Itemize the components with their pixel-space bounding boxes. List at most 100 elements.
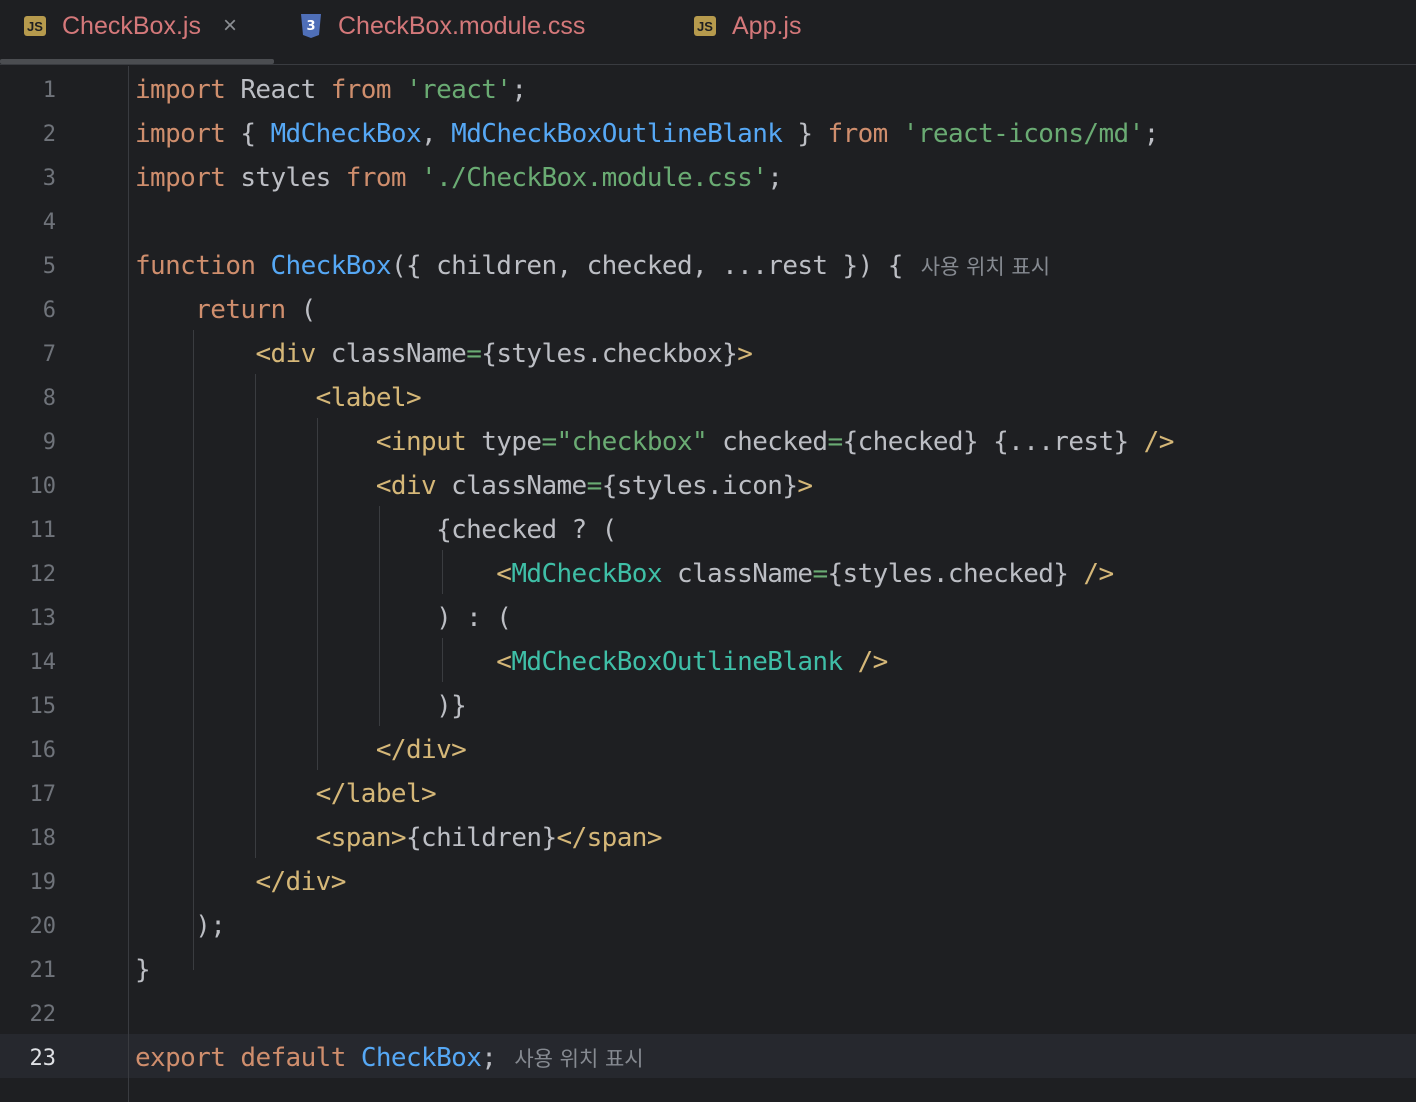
code-token: ({ children, checked, ...rest }) { xyxy=(390,251,903,281)
line-number: 18 xyxy=(29,825,57,851)
code-token: /> xyxy=(857,647,889,677)
code-line[interactable]: 10 <div className={styles.icon}> xyxy=(0,464,1416,508)
code-token: return xyxy=(195,295,286,325)
code-line[interactable]: 12 <MdCheckBox className={styles.checked… xyxy=(0,552,1416,596)
line-number: 20 xyxy=(29,913,57,939)
usage-hint[interactable]: 사용 위치 표시 xyxy=(921,255,1050,279)
code-line[interactable]: 22 xyxy=(0,992,1416,1036)
code-text: export default CheckBox; 사용 위치 표시 xyxy=(135,1043,644,1073)
code-line[interactable]: 19 </div> xyxy=(0,860,1416,904)
code-line[interactable]: 11 {checked ? ( xyxy=(0,508,1416,552)
line-number: 16 xyxy=(29,737,57,763)
code-token: from xyxy=(345,163,407,193)
code-line[interactable]: 16 </div> xyxy=(0,728,1416,772)
tab-label: CheckBox.module.css xyxy=(338,11,586,40)
tab-app-js[interactable]: JS App.js xyxy=(694,0,801,52)
code-token: MdCheckBoxOutlineBlank xyxy=(511,647,843,677)
code-token: from xyxy=(330,75,392,105)
code-token: import xyxy=(135,119,226,149)
code-line[interactable]: 14 <MdCheckBoxOutlineBlank /> xyxy=(0,640,1416,684)
code-line[interactable]: 17 </label> xyxy=(0,772,1416,816)
code-token: </div> xyxy=(255,867,346,897)
code-token: < xyxy=(496,647,512,677)
code-line[interactable]: 9 <input type="checkbox" checked={checke… xyxy=(0,420,1416,464)
code-text: </label> xyxy=(135,779,437,809)
code-token: {styles.checked} xyxy=(827,559,1084,589)
code-text: </div> xyxy=(135,867,346,897)
code-token: {checked} {...rest} xyxy=(842,427,1144,457)
line-number: 15 xyxy=(29,693,57,719)
line-number: 21 xyxy=(29,957,57,983)
line-number: 12 xyxy=(29,561,57,587)
line-number: 9 xyxy=(42,429,56,455)
active-tab-indicator xyxy=(0,59,274,64)
code-token: ( xyxy=(285,295,317,325)
code-token: styles xyxy=(225,163,346,193)
code-token: ; xyxy=(511,75,527,105)
code-token: ); xyxy=(135,911,226,941)
code-token: = xyxy=(586,471,603,501)
code-token: MdCheckBox xyxy=(270,119,422,149)
code-token: className xyxy=(315,339,467,369)
line-number: 8 xyxy=(42,385,56,411)
code-token: ; xyxy=(481,1043,497,1073)
code-line[interactable]: 5 function CheckBox({ children, checked, … xyxy=(0,244,1416,288)
tab-checkbox-module-css[interactable]: 3 CheckBox.module.css xyxy=(300,0,585,52)
code-token: import xyxy=(135,163,226,193)
code-line[interactable]: 20 ); xyxy=(0,904,1416,948)
code-token: className xyxy=(436,471,587,501)
code-line[interactable]: 7 <div className={styles.checkbox}> xyxy=(0,332,1416,376)
code-text: } xyxy=(135,955,151,985)
code-token: import xyxy=(135,75,226,105)
line-number: 14 xyxy=(29,649,57,675)
code-token: default xyxy=(240,1043,346,1073)
code-token: < xyxy=(496,559,512,589)
code-line[interactable]: 13 ) : ( xyxy=(0,596,1416,640)
line-number: 23 xyxy=(29,1045,57,1071)
code-line[interactable]: 2 import { MdCheckBox, MdCheckBoxOutlineB… xyxy=(0,112,1416,156)
svg-text:3: 3 xyxy=(306,19,315,34)
line-number: 17 xyxy=(29,781,57,807)
code-editor[interactable]: 1 import React from 'react'; 2 import { MdC… xyxy=(0,66,1416,1102)
code-line[interactable]: 4 xyxy=(0,200,1416,244)
code-token: React xyxy=(225,75,331,105)
tab-checkbox-js[interactable]: JS CheckBox.js × xyxy=(24,0,237,52)
tab-label: App.js xyxy=(732,11,802,40)
code-token: <input xyxy=(375,427,467,457)
code-line[interactable]: 3 import styles from './CheckBox.module.c… xyxy=(0,156,1416,200)
code-token: ; xyxy=(767,163,783,193)
close-icon[interactable]: × xyxy=(223,12,237,40)
code-token: = xyxy=(466,339,482,369)
code-line[interactable]: 1 import React from 'react'; xyxy=(0,68,1416,112)
code-text: {checked ? ( xyxy=(135,515,617,545)
code-text: ); xyxy=(135,911,226,941)
code-token: </label> xyxy=(315,779,437,809)
code-line[interactable]: 6 return ( xyxy=(0,288,1416,332)
code-text: <MdCheckBox className={styles.checked} /… xyxy=(135,559,1114,589)
code-token: <label> xyxy=(315,383,422,413)
usage-hint[interactable]: 사용 위치 표시 xyxy=(514,1047,643,1071)
code-token: CheckBox xyxy=(270,251,392,281)
code-line[interactable]: 18 <span>{children}</span> xyxy=(0,816,1416,860)
code-token: function xyxy=(135,251,256,281)
code-line[interactable]: 8 <label> xyxy=(0,376,1416,420)
code-token: {checked ? ( xyxy=(135,515,617,545)
code-token: ) : ( xyxy=(135,603,512,633)
code-line[interactable]: 15 )} xyxy=(0,684,1416,728)
code-line[interactable]: 21} xyxy=(0,948,1416,992)
code-token: export xyxy=(135,1043,226,1073)
code-text: import { MdCheckBox, MdCheckBoxOutlineBl… xyxy=(135,119,1159,149)
code-token: </div> xyxy=(375,735,467,765)
code-line[interactable]: 23 export default CheckBox; 사용 위치 표시 xyxy=(0,1036,1416,1080)
code-text: function CheckBox({ children, checked, .… xyxy=(135,251,1050,281)
